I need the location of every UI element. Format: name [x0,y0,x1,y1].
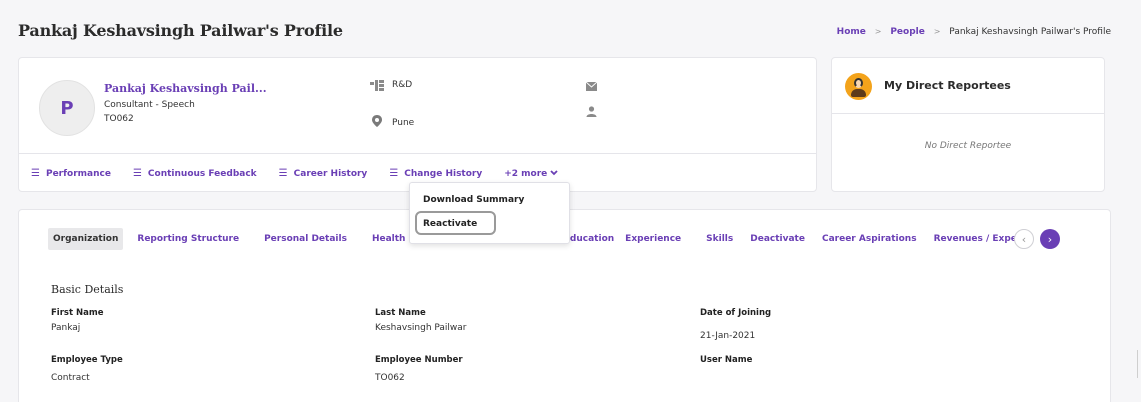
first-name-label: First Name [51,308,104,318]
breadcrumb-separator: > [933,27,941,36]
basic-details-title: Basic Details [51,283,124,296]
location-pin-icon [372,115,382,130]
employee-type-label: Employee Type [51,355,123,365]
career-history-label: Career History [293,168,368,179]
breadcrumb-current: Pankaj Keshavsingh Pailwar's Profile [949,27,1111,37]
org-chart-icon [370,80,384,94]
page-title: Pankaj Keshavsingh Pailwar's Profile [18,21,343,40]
tab-deactivate[interactable]: Deactivate [745,228,810,250]
reportee-avatar-icon [845,73,872,100]
list-icon: ☰ [278,168,288,179]
career-history-link[interactable]: ☰ Career History [279,168,368,179]
list-icon: ☰ [31,168,40,179]
more-actions-dropdown: Download Summary Reactivate [409,182,570,244]
change-history-label: Change History [404,168,483,179]
chevron-left-icon: ‹ [1021,232,1027,246]
envelope-icon[interactable] [585,81,598,94]
direct-reportees-card: My Direct Reportees No Direct Reportee [831,57,1105,192]
tabs-next-button[interactable]: › [1040,229,1060,249]
performance-link[interactable]: ☰ Performance [31,168,111,179]
department: R&D [392,80,413,90]
date-of-joining-value: 21-Jan-2021 [700,331,756,341]
tab-organization[interactable]: Organization [48,228,124,250]
profile-divider [19,153,816,154]
reportees-divider [832,113,1104,114]
chevron-down-icon [550,169,558,179]
profile-card: P Pankaj Keshavsingh Pail... Consultant … [18,57,817,192]
performance-label: Performance [45,168,111,179]
more-label: +2 more [504,168,548,179]
scrollbar-edge [1137,350,1138,378]
tab-career-aspirations[interactable]: Career Aspirations [817,228,922,250]
reportees-title: My Direct Reportees [884,79,1011,92]
profile-actions: ☰ Performance ☰ Continuous Feedback ☰ Caree… [31,168,558,179]
avatar: P [39,80,95,136]
breadcrumb-separator: > [874,27,882,36]
profile-role: Consultant - Speech [104,100,195,110]
breadcrumb-people[interactable]: People [890,27,925,37]
avatar-initial: P [60,97,74,119]
list-icon: ☰ [389,168,399,179]
user-icon[interactable] [586,106,597,120]
profile-employee-id: TO062 [104,114,134,124]
tab-reporting-structure[interactable]: Reporting Structure [132,228,244,250]
change-history-link[interactable]: ☰ Change History [389,168,482,179]
employee-number-value: TO062 [375,373,405,383]
tab-personal-details[interactable]: Personal Details [259,228,352,250]
last-name-label: Last Name [375,308,426,318]
download-summary-item[interactable]: Download Summary [423,195,524,205]
more-actions-button[interactable]: +2 more [504,169,558,179]
continuous-feedback-link[interactable]: ☰ Continuous Feedback [133,168,257,179]
last-name-value: Keshavsingh Pailwar [375,323,467,333]
employee-number-label: Employee Number [375,355,463,365]
tab-revenues-expenses[interactable]: Revenues / Expenses [929,228,1019,250]
breadcrumb-home[interactable]: Home [837,27,866,37]
continuous-feedback-label: Continuous Feedback [147,168,257,179]
tab-skills[interactable]: Skills [701,228,738,250]
reactivate-item[interactable]: Reactivate [423,219,477,229]
profile-name[interactable]: Pankaj Keshavsingh Pail... [104,82,267,95]
tab-experience[interactable]: Experience [620,228,686,250]
tabs-prev-button[interactable]: ‹ [1014,229,1034,249]
reportees-empty-state: No Direct Reportee [924,141,1012,151]
location: Pune [392,118,415,128]
breadcrumb: Home > People > Pankaj Keshavsingh Pailw… [837,27,1111,37]
list-icon: ☰ [132,168,142,179]
date-of-joining-label: Date of Joining [700,308,772,318]
user-name-label: User Name [700,355,753,365]
employee-type-value: Contract [51,373,90,383]
chevron-right-icon: › [1047,232,1053,246]
first-name-value: Pankaj [51,323,81,333]
